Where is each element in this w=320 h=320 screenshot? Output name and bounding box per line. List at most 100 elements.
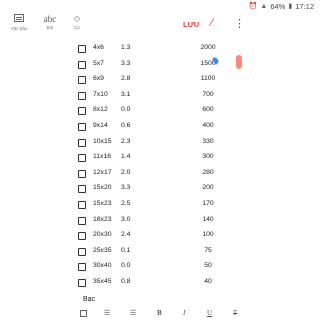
- underline-icon[interactable]: U: [207, 309, 212, 317]
- item-price: 3.1: [121, 90, 131, 98]
- item-quantity: 600: [202, 106, 214, 114]
- brush-icon: ◇: [73, 14, 81, 23]
- signal-icon: ▲: [260, 2, 268, 10]
- checkbox[interactable]: [78, 232, 86, 241]
- item-quantity: 2000: [200, 44, 216, 51]
- pen-mode-label: Bút: [46, 25, 54, 30]
- item-quantity: 700: [202, 90, 214, 98]
- checkbox[interactable]: [78, 138, 86, 147]
- item-quantity: 400: [202, 122, 214, 129]
- checkbox[interactable]: [78, 91, 86, 100]
- list-item: 9x14 0.6 400: [0, 119, 320, 135]
- list-item: 12x17 2.0 280: [0, 166, 320, 182]
- item-quantity: 100: [202, 231, 214, 239]
- checkbox[interactable]: [78, 107, 86, 116]
- list-item: 8x12 0.0 600: [0, 103, 320, 119]
- more-options-icon[interactable]: ⋮: [234, 17, 245, 30]
- checkbox[interactable]: [78, 123, 86, 131]
- item-size: 9x14: [93, 122, 108, 129]
- list-item: 5x7 3.3 1500: [0, 57, 320, 73]
- item-size: 15x23: [93, 200, 112, 207]
- item-price: 2.0: [121, 168, 131, 176]
- checkbox[interactable]: [78, 60, 86, 69]
- checkbox[interactable]: [78, 45, 86, 53]
- item-price: 3.3: [121, 59, 131, 67]
- item-price: 0.1: [121, 246, 131, 254]
- checkbox[interactable]: [78, 279, 86, 287]
- item-price: 2.5: [121, 200, 131, 207]
- list-item: 35x45 0.8 40: [0, 275, 320, 291]
- item-price: 1.3: [121, 44, 131, 51]
- item-size: 15x20: [93, 184, 112, 192]
- editor-toolbar: Văn bản abc Bút ◇ Cọ LƯU ∕ ⋮: [0, 12, 320, 40]
- numbered-list-icon[interactable]: ☰: [130, 309, 136, 317]
- item-quantity: 280: [202, 168, 214, 176]
- item-quantity: 50: [204, 262, 212, 270]
- brush-mode-button[interactable]: ◇ Cọ: [64, 14, 90, 30]
- strikethrough-icon[interactable]: T: [233, 309, 237, 317]
- item-size: 30x40: [93, 262, 112, 270]
- list-item: 25x35 0.1 75: [0, 244, 320, 260]
- text-mode-button[interactable]: Văn bản: [2, 14, 36, 31]
- list-item: 15x23 2.5 170: [0, 197, 320, 213]
- scroll-handle[interactable]: [236, 55, 242, 69]
- list-item: 15x20 3.3 200: [0, 181, 320, 197]
- item-quantity: 300: [202, 153, 214, 161]
- battery-level: 64%: [270, 1, 286, 11]
- checkbox-format-icon[interactable]: [80, 310, 87, 317]
- item-price: 0.8: [121, 278, 131, 285]
- item-size: 10x15: [93, 137, 112, 145]
- item-price: 1.4: [121, 153, 131, 161]
- item-price: 3.0: [121, 215, 131, 223]
- note-text[interactable]: Bạc: [83, 296, 95, 303]
- item-quantity: 75: [204, 246, 212, 254]
- checkbox[interactable]: [78, 247, 86, 256]
- list-item: 6x9 2.8 1100: [0, 72, 320, 88]
- text-mode-label: Văn bản: [10, 26, 28, 31]
- clock: 17:12: [295, 1, 314, 11]
- brush-mode-label: Cọ: [74, 25, 80, 30]
- item-size: 18x23: [93, 215, 112, 223]
- item-size: 35x45: [93, 278, 112, 285]
- bullet-list-icon[interactable]: ☰: [104, 309, 110, 317]
- item-size: 8x12: [93, 106, 108, 114]
- list-item: 4x6 1.3 2000: [0, 41, 320, 57]
- item-price: 2.8: [121, 75, 131, 83]
- item-size: 6x9: [93, 75, 104, 83]
- list-item: 18x23 3.0 140: [0, 213, 320, 229]
- attach-icon[interactable]: ∕: [211, 17, 213, 29]
- status-bar: ⏰ ▲ 64% ▮ 17:12: [0, 0, 320, 12]
- list-item: 20x30 2.4 100: [0, 228, 320, 244]
- checkbox[interactable]: [78, 185, 86, 194]
- checkbox[interactable]: [78, 201, 86, 209]
- item-price: 0.0: [121, 106, 131, 114]
- text-mode-icon: [14, 14, 24, 22]
- item-price: 2.3: [121, 137, 131, 145]
- item-size: 25x35: [93, 246, 112, 254]
- checkbox[interactable]: [78, 154, 86, 163]
- battery-icon: ▮: [288, 3, 293, 10]
- checkbox[interactable]: [78, 76, 86, 85]
- alarm-icon: ⏰: [248, 3, 258, 10]
- item-size: 4x6: [93, 44, 104, 51]
- item-quantity: 140: [202, 215, 214, 223]
- save-button[interactable]: LƯU: [183, 20, 199, 29]
- item-quantity: 330: [202, 137, 214, 145]
- item-price: 0.6: [121, 122, 131, 129]
- item-quantity: 170: [202, 200, 214, 207]
- checkbox[interactable]: [78, 169, 86, 178]
- bold-icon[interactable]: B: [157, 309, 162, 317]
- item-size: 20x30: [93, 231, 112, 239]
- format-toolbar: ☰ ☰ B I U T: [0, 306, 320, 320]
- list-item: 7x10 3.1 700: [0, 88, 320, 104]
- item-price: 3.3: [121, 184, 131, 192]
- item-size: 11x16: [93, 153, 112, 161]
- pen-mode-button[interactable]: abc Bút: [37, 14, 63, 30]
- item-quantity: 40: [204, 278, 212, 285]
- item-size: 7x10: [93, 90, 108, 98]
- checkbox[interactable]: [78, 263, 86, 272]
- italic-icon[interactable]: I: [183, 309, 185, 317]
- pen-mode-icon: abc: [43, 14, 57, 24]
- checkbox[interactable]: [78, 216, 86, 225]
- item-price: 0.0: [121, 262, 131, 270]
